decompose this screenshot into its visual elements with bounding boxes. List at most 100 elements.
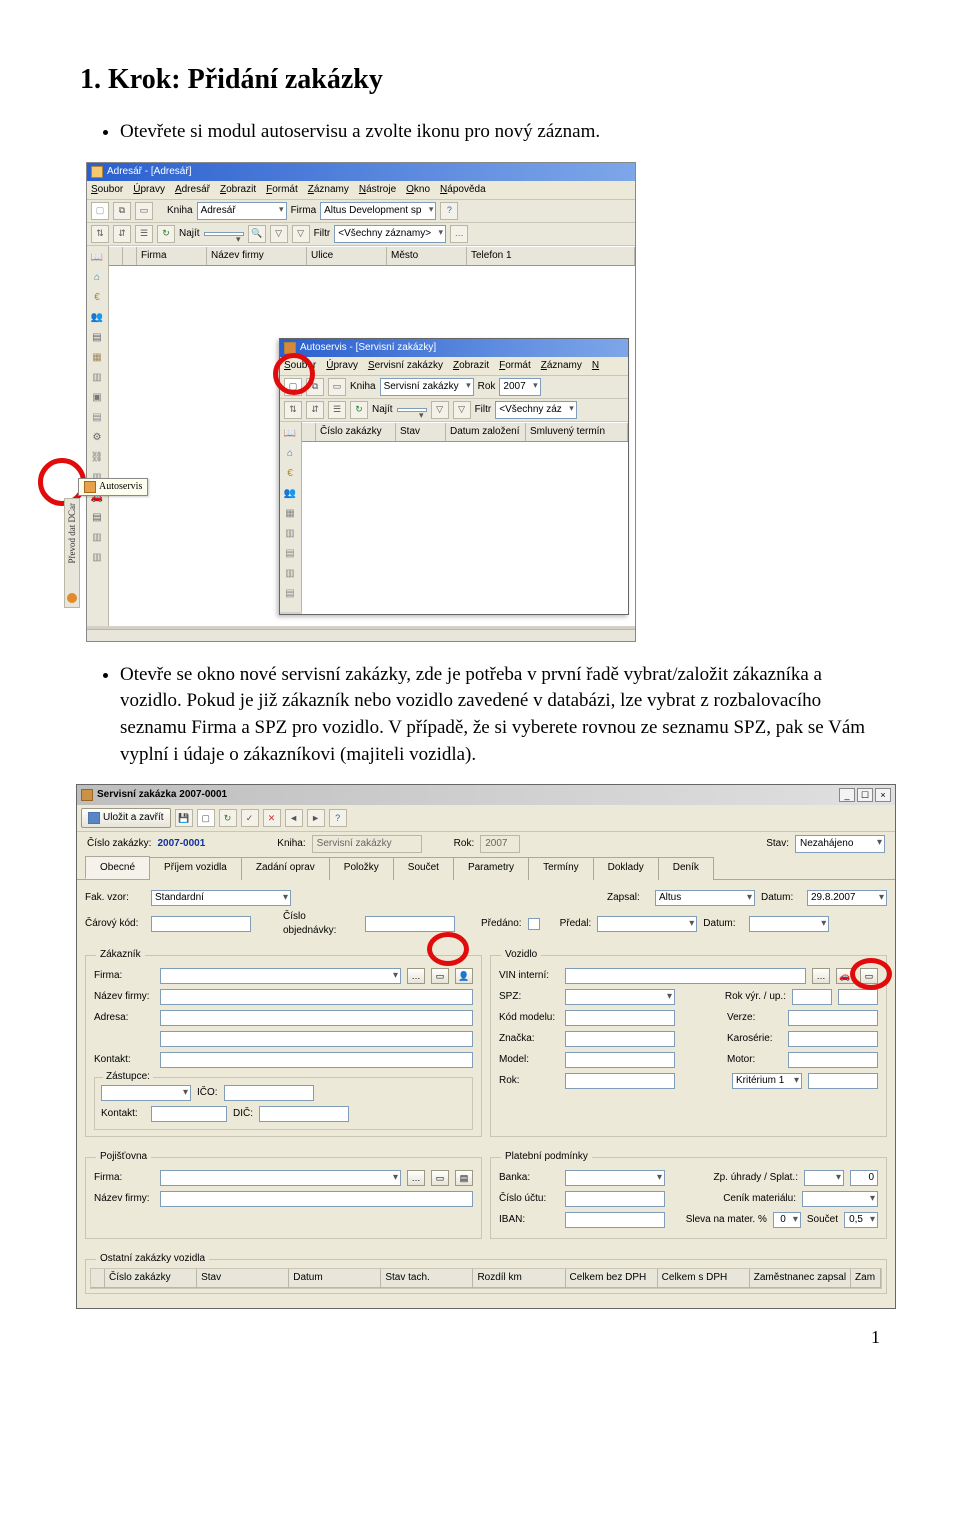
save-close-button[interactable]: Uložit a zavřít <box>81 808 171 828</box>
predano-checkbox[interactable] <box>528 918 540 930</box>
rokvyr-field[interactable] <box>792 989 832 1005</box>
new-car-icon[interactable]: ▭ <box>860 968 878 984</box>
menu-item[interactable]: Soubor <box>91 183 123 197</box>
tab-zadani[interactable]: Zadání oprav <box>241 857 330 880</box>
grid-col[interactable]: Firma <box>137 247 207 265</box>
copy-icon[interactable]: ⧉ <box>306 378 324 396</box>
help-icon[interactable]: ? <box>329 809 347 827</box>
cislo-uctu-field[interactable] <box>565 1191 665 1207</box>
doc-icon[interactable]: ▤ <box>282 546 298 562</box>
cenik-combo[interactable] <box>802 1191 878 1207</box>
menu-item[interactable]: Úpravy <box>133 183 165 197</box>
grid-col[interactable]: Datum <box>289 1269 381 1287</box>
paper-icon[interactable]: ▤ <box>89 410 105 426</box>
menu-item[interactable]: N <box>592 359 599 373</box>
firma-combo[interactable]: Altus Development sp <box>320 202 436 220</box>
filtr-combo[interactable]: <Všechny záz <box>495 401 577 419</box>
new-icon[interactable]: ▤ <box>455 1170 473 1186</box>
zp-combo[interactable] <box>804 1170 844 1186</box>
grid-col[interactable]: Celkem bez DPH <box>566 1269 658 1287</box>
car-card-icon[interactable]: 🚗 <box>836 968 854 984</box>
model-field[interactable] <box>565 1052 675 1068</box>
rok-field[interactable] <box>565 1073 675 1089</box>
tab-parametry[interactable]: Parametry <box>453 857 529 880</box>
grid-col[interactable]: Zam <box>851 1269 881 1287</box>
iban-field[interactable] <box>565 1212 665 1228</box>
new-icon[interactable]: ▢ <box>197 809 215 827</box>
fak-combo[interactable]: Standardní <box>151 890 291 906</box>
menu-item[interactable]: Záznamy <box>541 359 582 373</box>
poj-firma-combo[interactable] <box>160 1170 401 1186</box>
filter-icon[interactable]: ▽ <box>431 401 449 419</box>
grid-col[interactable]: Stav tach. <box>381 1269 473 1287</box>
zak-firma-combo[interactable] <box>160 968 401 984</box>
kniha-combo[interactable]: Servisní zakázky <box>380 378 474 396</box>
menu-item[interactable]: Zobrazit <box>453 359 489 373</box>
menu-item[interactable]: Servisní zakázky <box>368 359 443 373</box>
tab-prijem[interactable]: Příjem vozidla <box>149 857 242 880</box>
grid-col[interactable]: Stav <box>396 423 446 441</box>
delete-icon[interactable]: ✕ <box>263 809 281 827</box>
datum2-field[interactable] <box>749 916 829 932</box>
grid-col[interactable]: Telefon 1 <box>467 247 635 265</box>
save-icon[interactable]: 💾 <box>175 809 193 827</box>
spz-combo[interactable] <box>565 989 675 1005</box>
tab-polozky[interactable]: Položky <box>329 857 394 880</box>
card-icon[interactable]: ▭ <box>431 1170 449 1186</box>
more-icon[interactable]: … <box>450 225 468 243</box>
printer-icon[interactable]: ▤ <box>89 510 105 526</box>
vin-field[interactable] <box>565 968 806 984</box>
menu-item[interactable]: Soubor <box>284 359 316 373</box>
menu-item[interactable]: Adresář <box>175 183 210 197</box>
open-icon[interactable]: ▭ <box>135 202 153 220</box>
box-icon[interactable]: ▦ <box>282 506 298 522</box>
new-record-icon[interactable]: ▢ <box>91 202 109 220</box>
kod-field[interactable] <box>565 1010 675 1026</box>
gear-icon[interactable]: ⚙ <box>89 430 105 446</box>
banka-combo[interactable] <box>565 1170 665 1186</box>
grid-col[interactable]: Ulice <box>307 247 387 265</box>
zak-adresa-field-2[interactable] <box>160 1031 473 1047</box>
menu-bar[interactable]: Soubor Úpravy Adresář Zobrazit Formát Zá… <box>87 181 635 200</box>
zastupce-combo[interactable] <box>101 1085 191 1101</box>
doc-icon[interactable]: ▥ <box>89 530 105 546</box>
euro-icon[interactable]: € <box>89 290 105 306</box>
box-icon[interactable]: ▦ <box>89 350 105 366</box>
sleva-field[interactable]: 0 <box>773 1212 801 1228</box>
people-icon[interactable]: 👥 <box>89 310 105 326</box>
cislo-obj-field[interactable] <box>365 916 455 932</box>
grid-col[interactable]: Celkem s DPH <box>658 1269 750 1287</box>
najit-field[interactable] <box>397 408 427 412</box>
minimize-button[interactable]: _ <box>839 788 855 802</box>
doc2-icon[interactable]: ▥ <box>282 566 298 582</box>
zapsal-combo[interactable]: Altus <box>655 890 755 906</box>
new-customer-icon[interactable]: 👤 <box>455 968 473 984</box>
menu-item[interactable]: Záznamy <box>308 183 349 197</box>
card-icon[interactable]: ▭ <box>431 968 449 984</box>
doc2-icon[interactable]: ▥ <box>89 550 105 566</box>
people-icon[interactable]: 👥 <box>282 486 298 502</box>
sort-desc-icon[interactable]: ⇵ <box>113 225 131 243</box>
verze-field[interactable] <box>788 1010 878 1026</box>
note-icon[interactable]: ▥ <box>282 526 298 542</box>
delivery-icon[interactable]: ▤ <box>89 330 105 346</box>
motor-field[interactable] <box>788 1052 878 1068</box>
sort-icon[interactable]: ⇅ <box>91 225 109 243</box>
chain-icon[interactable]: ⛓ <box>89 450 105 466</box>
grid-col[interactable]: Název firmy <box>207 247 307 265</box>
grid-col[interactable]: Smluvený termín <box>526 423 628 441</box>
next-icon[interactable]: ► <box>307 809 325 827</box>
filter-add-icon[interactable]: ▽ <box>453 401 471 419</box>
menu-item[interactable]: Nástroje <box>359 183 396 197</box>
grid-col[interactable]: Datum založení <box>446 423 526 441</box>
note-icon[interactable]: ▥ <box>89 370 105 386</box>
sort-desc-icon[interactable]: ⇵ <box>306 401 324 419</box>
grid-col[interactable]: Město <box>387 247 467 265</box>
tab-denik[interactable]: Deník <box>658 857 714 880</box>
book-icon[interactable]: 📖 <box>89 250 105 266</box>
home-icon[interactable]: ⌂ <box>282 446 298 462</box>
lookup-icon[interactable]: … <box>812 968 830 984</box>
soucet-field[interactable]: 0,5 <box>844 1212 878 1228</box>
tab-obecne[interactable]: Obecné <box>85 856 150 879</box>
binoculars-icon[interactable]: 🔍 <box>248 225 266 243</box>
